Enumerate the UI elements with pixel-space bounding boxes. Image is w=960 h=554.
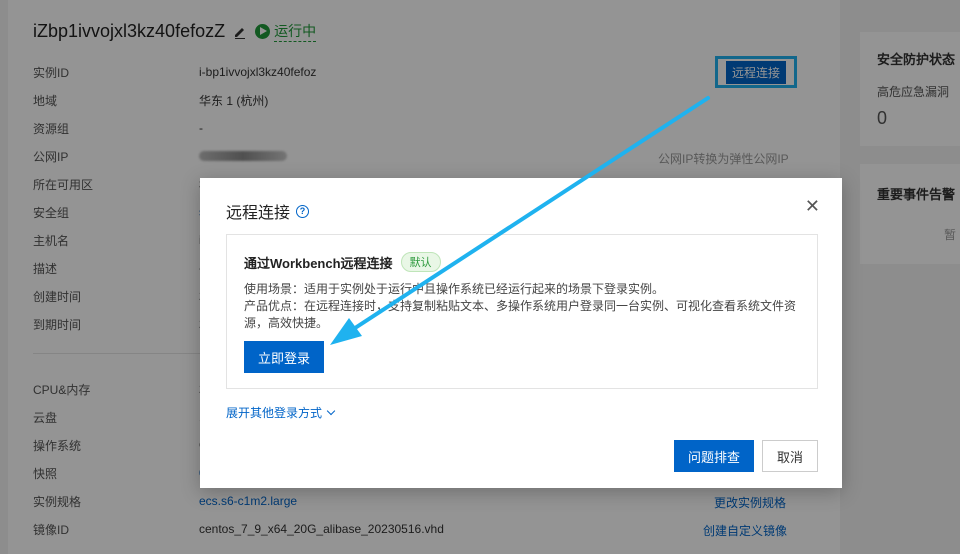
usage-text: 使用场景：适用于实例处于运行中且操作系统已经运行起来的场景下登录实例。 (244, 282, 665, 296)
close-icon[interactable]: ✕ (805, 197, 820, 215)
workbench-card: 通过Workbench远程连接 默认 使用场景：适用于实例处于运行中且操作系统已… (226, 234, 818, 389)
chevron-down-icon (326, 406, 336, 415)
card-header: 通过Workbench远程连接 默认 (244, 252, 441, 272)
card-title: 通过Workbench远程连接 (244, 255, 393, 271)
troubleshoot-button[interactable]: 问题排查 (674, 440, 754, 472)
cancel-button[interactable]: 取消 (762, 440, 818, 472)
help-icon[interactable]: ? (296, 204, 310, 218)
advantage-text: 产品优点：在远程连接时，支持复制粘贴文本、多操作系统用户登录同一台实例、可视化查… (244, 299, 797, 330)
expand-login-methods-link[interactable]: 展开其他登录方式 (226, 404, 336, 421)
card-description: 使用场景：适用于实例处于运行中且操作系统已经运行起来的场景下登录实例。 产品优点… (244, 281, 809, 332)
login-now-button[interactable]: 立即登录 (244, 341, 324, 373)
remote-connect-dialog: 远程连接 ? ✕ 通过Workbench远程连接 默认 使用场景：适用于实例处于… (200, 178, 842, 488)
default-badge: 默认 (400, 252, 441, 272)
expand-link-label: 展开其他登录方式 (226, 406, 323, 420)
dialog-title: 远程连接 (226, 205, 291, 222)
dialog-header: 远程连接 ? (226, 199, 310, 223)
